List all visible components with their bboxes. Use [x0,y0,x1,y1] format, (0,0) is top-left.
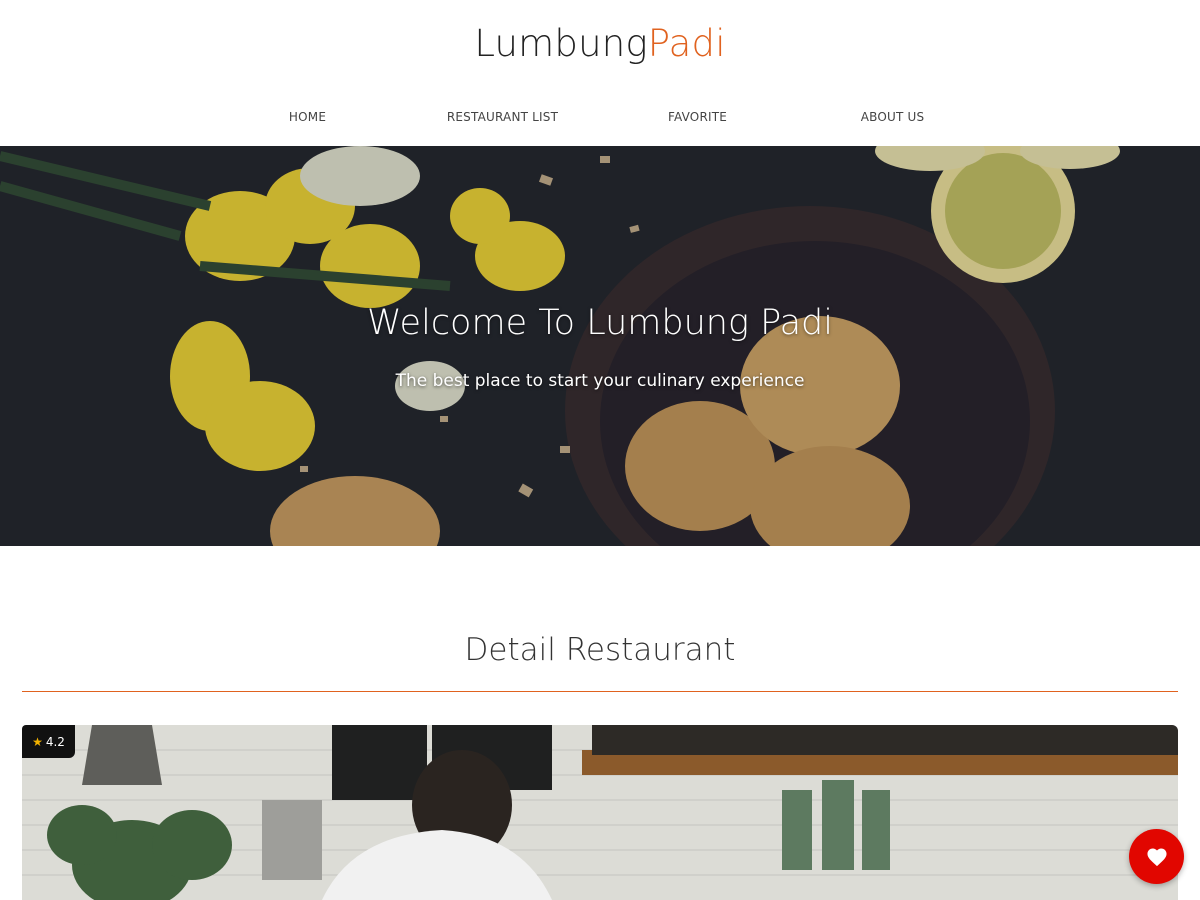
site-header: LumbungPadi HOME RESTAURANT LIST FAVORIT… [0,0,1200,146]
rating-badge: ★ 4.2 [22,725,75,758]
site-logo[interactable]: LumbungPadi [0,22,1200,65]
star-icon: ★ [32,734,43,749]
hero-background-image [0,146,1200,546]
hero-title: Welcome To Lumbung Padi [367,303,833,343]
nav-item-restaurant-list[interactable]: RESTAURANT LIST [405,110,600,124]
logo-text-primary: Lumbung [474,22,648,65]
hero-subtitle: The best place to start your culinary ex… [395,371,805,391]
restaurant-photo [22,725,1178,900]
nav-item-favorite[interactable]: FAVORITE [600,110,795,124]
nav-item-home[interactable]: HOME [210,110,405,124]
heart-icon [1146,847,1167,866]
favorite-button[interactable] [1129,829,1184,884]
logo-text-accent: Padi [647,22,726,65]
section-divider [22,691,1178,692]
restaurant-image [22,725,1178,900]
hero-banner: Welcome To Lumbung Padi The best place t… [0,146,1200,546]
detail-section-title: Detail Restaurant [464,632,736,668]
main-nav: HOME RESTAURANT LIST FAVORITE ABOUT US [210,110,990,124]
nav-item-about-us[interactable]: ABOUT US [795,110,990,124]
rating-value: 4.2 [45,734,65,749]
